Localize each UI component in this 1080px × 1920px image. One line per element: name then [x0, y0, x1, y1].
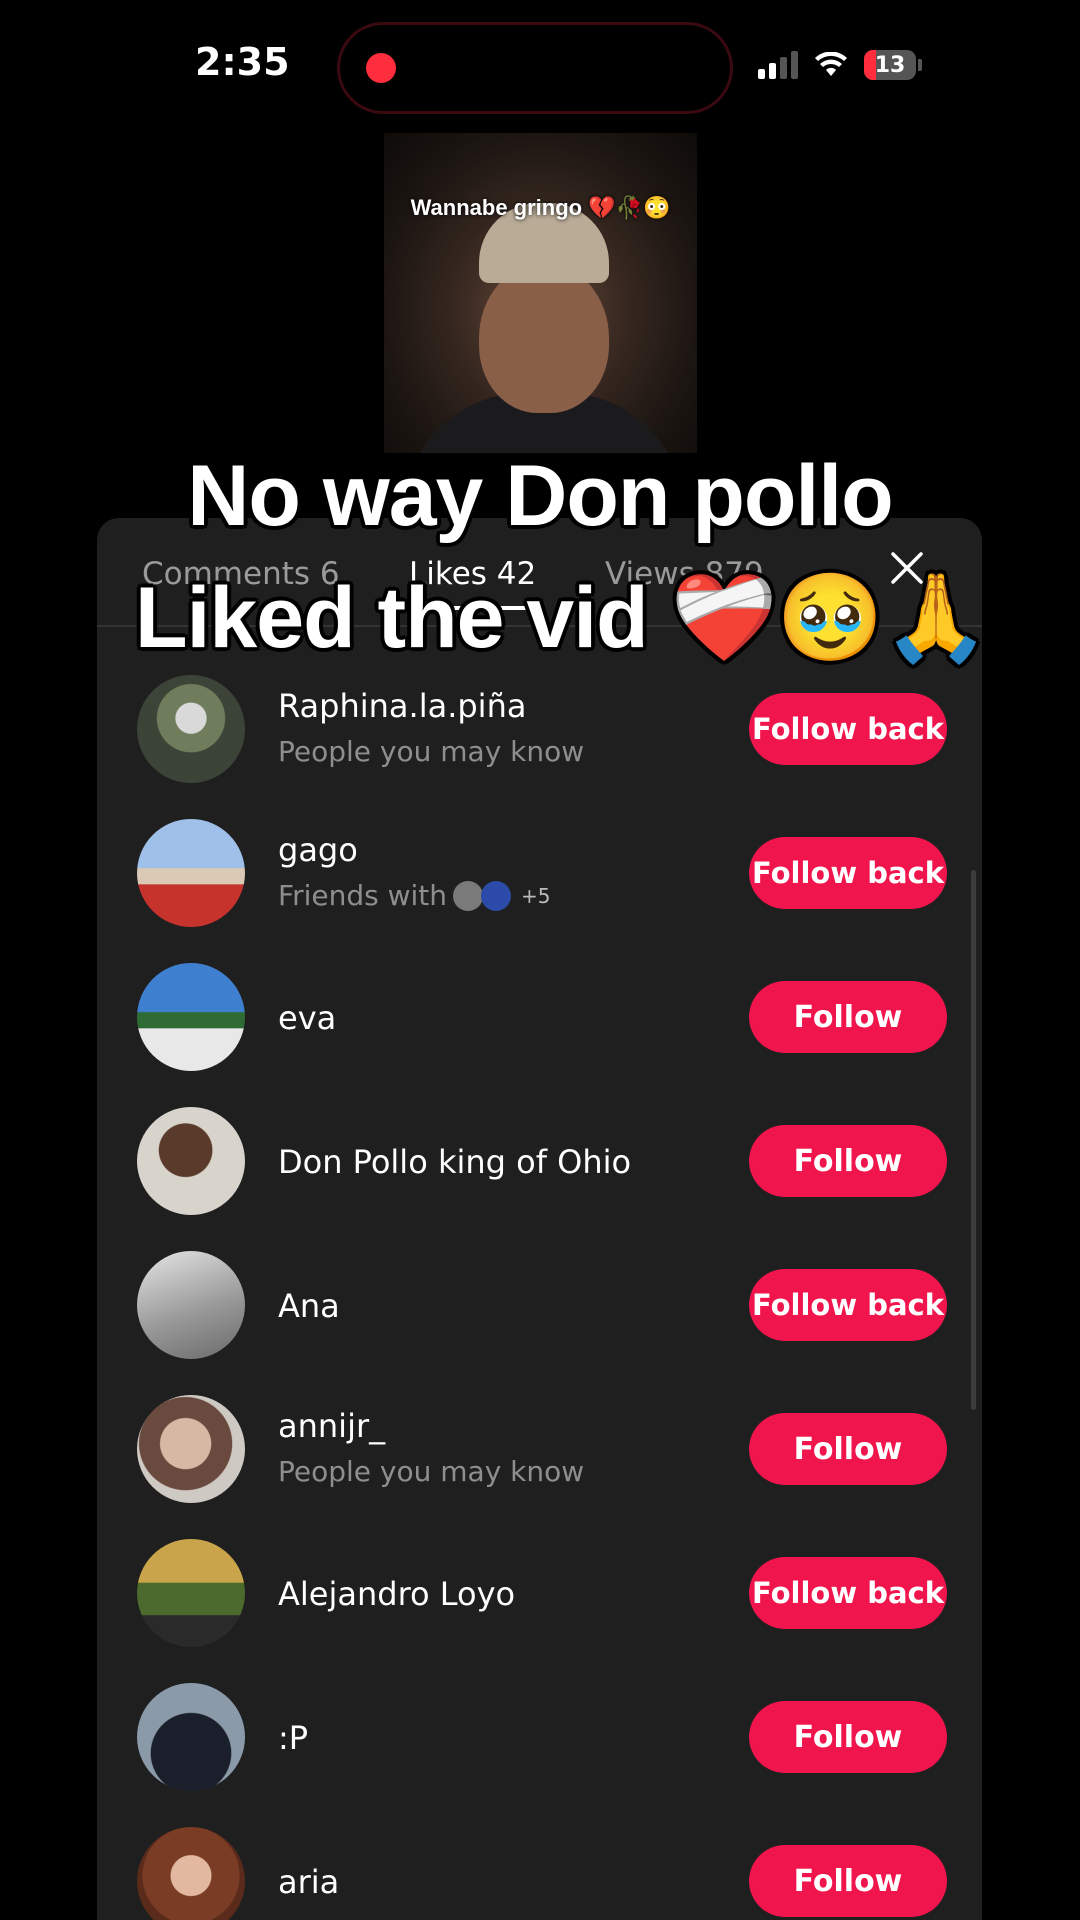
username[interactable]: Don Pollo king of Ohio [278, 1143, 631, 1181]
avatar[interactable] [137, 1251, 245, 1359]
list-item[interactable]: Raphina.la.piña People you may know Foll… [97, 655, 982, 799]
cellular-signal-icon [758, 51, 798, 79]
avatar[interactable] [137, 1107, 245, 1215]
username[interactable]: aria [278, 1863, 339, 1901]
user-subtitle: People you may know [278, 1455, 585, 1488]
battery-level: 13 [874, 52, 906, 78]
mutual-friend-avatar [481, 880, 511, 911]
mutual-friends-count: +5 [521, 883, 551, 908]
follow-button[interactable]: Follow [749, 1701, 947, 1773]
status-icons: 13 [758, 48, 922, 82]
list-item[interactable]: Ana Follow back [97, 1231, 982, 1375]
follow-back-button[interactable]: Follow back [749, 1269, 947, 1341]
list-item[interactable]: aria Follow [97, 1807, 982, 1920]
list-item[interactable]: gago Friends with +5 Follow back [97, 799, 982, 943]
overlay-text-line1: No way Don pollo [187, 448, 893, 544]
username[interactable]: eva [278, 999, 336, 1037]
username[interactable]: annijr_ [278, 1407, 385, 1445]
list-item[interactable]: eva Follow [97, 943, 982, 1087]
list-item[interactable]: annijr_ People you may know Follow [97, 1375, 982, 1519]
list-item[interactable]: :P Follow [97, 1663, 982, 1807]
avatar[interactable] [137, 1683, 245, 1791]
follow-button[interactable]: Follow [749, 1125, 947, 1197]
recording-indicator-icon [366, 53, 396, 83]
username[interactable]: Alejandro Loyo [278, 1575, 515, 1613]
follow-button[interactable]: Follow [749, 1413, 947, 1485]
video-caption: Wannabe gringo 💔🥀😳 [410, 195, 671, 220]
overlay-text-line2: Liked the vid ❤️‍🩹🥹🙏 [135, 570, 990, 666]
username[interactable]: :P [278, 1719, 308, 1757]
username[interactable]: Ana [278, 1287, 340, 1325]
follow-back-button[interactable]: Follow back [749, 1557, 947, 1629]
avatar[interactable] [137, 963, 245, 1071]
username[interactable]: Raphina.la.piña [278, 687, 526, 725]
follow-button[interactable]: Follow [749, 1845, 947, 1917]
list-item[interactable]: Alejandro Loyo Follow back [97, 1519, 982, 1663]
avatar[interactable] [137, 819, 245, 927]
dynamic-island [337, 22, 733, 114]
mutual-friend-avatar [453, 880, 483, 911]
friends-with-label: Friends with [278, 879, 447, 912]
follow-button[interactable]: Follow [749, 981, 947, 1053]
battery-icon: 13 [864, 50, 916, 80]
avatar[interactable] [137, 1539, 245, 1647]
follow-back-button[interactable]: Follow back [749, 837, 947, 909]
username[interactable]: gago [278, 831, 358, 869]
avatar[interactable] [137, 675, 245, 783]
wifi-icon [815, 52, 847, 76]
avatar[interactable] [137, 1395, 245, 1503]
likes-sheet: Comments 6 Likes 42 Views 879 Raphina.la… [97, 518, 982, 1920]
follow-back-button[interactable]: Follow back [749, 693, 947, 765]
avatar[interactable] [137, 1827, 245, 1920]
status-time: 2:35 [195, 40, 290, 84]
list-item[interactable]: Don Pollo king of Ohio Follow [97, 1087, 982, 1231]
user-subtitle: Friends with +5 [278, 879, 550, 912]
video-preview[interactable]: Wannabe gringo 💔🥀😳 [384, 133, 697, 453]
user-subtitle: People you may know [278, 735, 585, 768]
